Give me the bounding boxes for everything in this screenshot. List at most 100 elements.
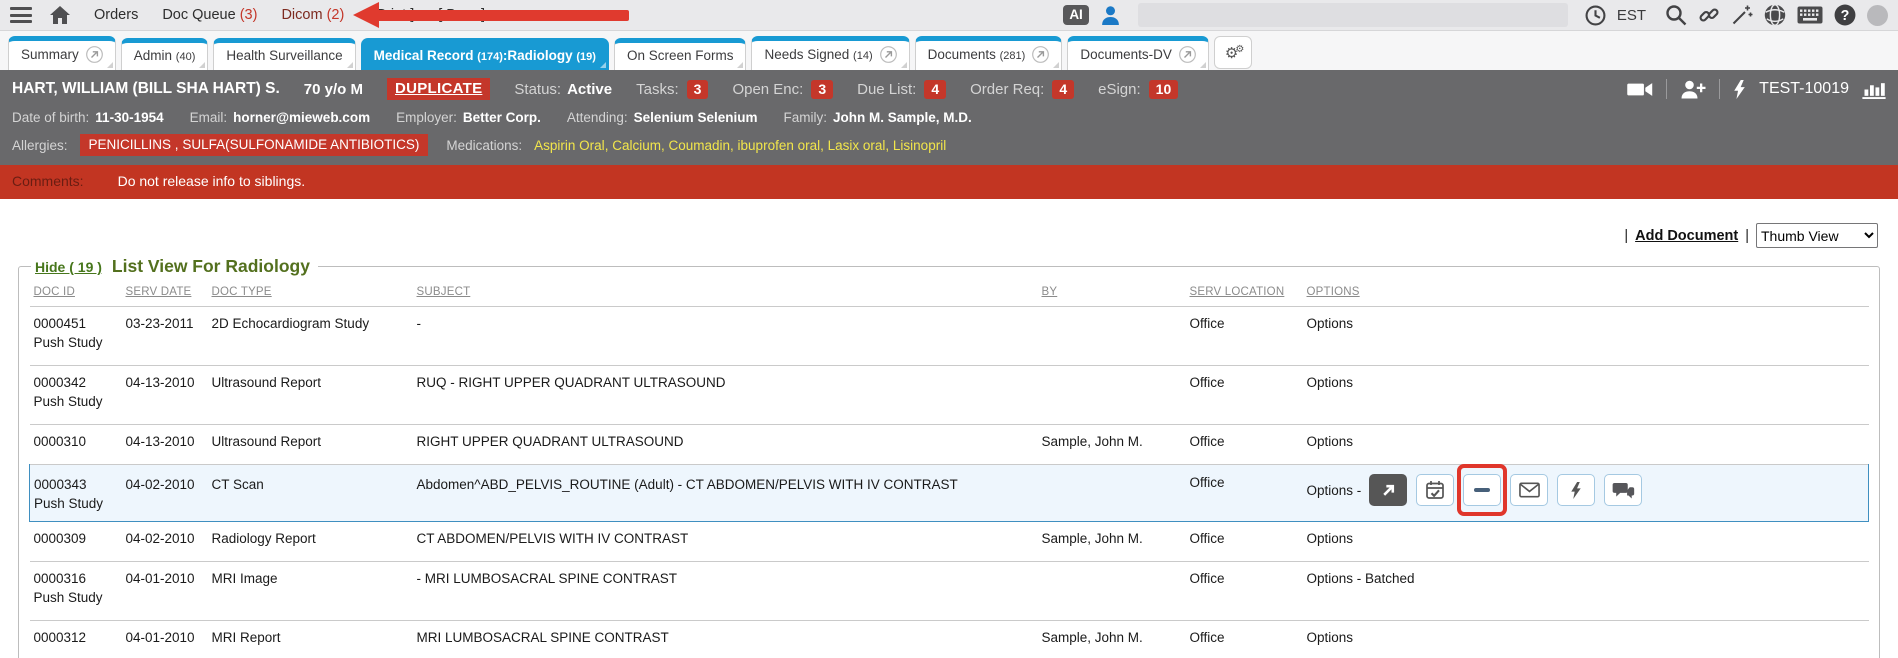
open-new-window-icon[interactable] [1032,46,1049,63]
tab-health-surveillance[interactable]: Health Surveillance [213,38,355,70]
open-image-button[interactable] [1369,474,1407,506]
options-link[interactable]: Options [1307,315,1354,332]
options-link[interactable]: Options [1307,530,1354,547]
user-icon[interactable] [1100,5,1121,26]
column-header-doc-type[interactable]: DOC TYPE [208,279,413,307]
remove-button[interactable] [1463,474,1501,506]
counter-tasks: Tasks:3 [636,80,708,99]
tab-needs-signed[interactable]: Needs Signed (14) [751,36,909,70]
options-link[interactable]: Options [1307,629,1354,646]
doc-by [1038,465,1186,522]
counter-badge[interactable]: 3 [687,80,709,99]
doc-type: Ultrasound Report [208,425,413,465]
tab-documents-dv[interactable]: Documents-DV [1067,36,1209,70]
attending-label: Attending: [567,110,628,125]
serv-date: 04-13-2010 [122,366,208,425]
menu-item-orders[interactable]: Orders [94,7,138,23]
duplicate-badge[interactable]: DUPLICATE [387,78,490,100]
employer-label: Employer: [396,110,457,125]
tab-summary[interactable]: Summary [8,36,116,70]
table-row[interactable]: 0000342Push Study 04-13-2010 Ultrasound … [30,366,1869,425]
video-camera-icon[interactable] [1627,81,1653,98]
hide-link[interactable]: Hide ( 19 ) [35,259,102,275]
counter-badge[interactable]: 4 [1052,80,1074,99]
column-header-subject[interactable]: SUBJECT [413,279,1038,307]
column-header-serv-date[interactable]: SERV DATE [122,279,208,307]
open-new-window-icon[interactable] [880,46,897,63]
flowsheet-chart-icon[interactable] [1862,80,1886,99]
counter-badge[interactable]: 10 [1149,80,1179,99]
column-header-serv-location[interactable]: SERV LOCATION [1186,279,1303,307]
table-row[interactable]: 0000309 04-02-2010 Radiology Report CT A… [30,522,1869,562]
menu-item-burn[interactable]: [ Burn ] [438,7,485,23]
add-document-link[interactable]: Add Document [1635,228,1738,244]
menu-item-dicom[interactable]: Dicom (2) [281,7,344,23]
doc-by [1038,307,1186,366]
tab-medical-record-radiology[interactable]: Medical Record (174):Radiology (19) [361,38,609,70]
medication-ibuprofen-oral[interactable]: ibuprofen oral [738,138,821,153]
help-icon[interactable]: ? [1834,4,1856,26]
svg-text:?: ? [1841,8,1850,24]
counter-badge[interactable]: 3 [811,80,833,99]
hamburger-menu-icon[interactable] [10,7,32,23]
keyboard-icon[interactable] [1797,6,1823,24]
table-row[interactable]: 0000451Push Study 03-23-2011 2D Echocard… [30,307,1869,366]
table-row[interactable]: 0000316Push Study 04-01-2010 MRI Image -… [30,562,1869,621]
globe-icon[interactable] [1764,4,1786,26]
medication-lisinopril[interactable]: Lisinopril [893,138,946,153]
doc-subject: CT ABDOMEN/PELVIS WITH IV CONTRAST [413,522,1038,562]
tab-documents[interactable]: Documents (281) [915,36,1063,70]
options-link[interactable]: Options [1307,374,1354,391]
quick-action-button[interactable] [1557,474,1595,506]
patient-banner: HART, WILLIAM (BILL SHA HART) S. 70 y/o … [0,70,1898,165]
link-icon[interactable] [1698,4,1720,26]
medication-calcium[interactable]: Calcium [612,138,661,153]
ai-badge[interactable]: AI [1063,5,1089,25]
doc-type: Ultrasound Report [208,366,413,425]
options-link[interactable]: Options [1307,433,1354,450]
search-icon[interactable] [1665,4,1687,26]
serv-location: Office [1186,562,1303,621]
clock-icon[interactable] [1585,5,1606,26]
counter-label: Due List: [857,81,916,98]
medication-aspirin-oral[interactable]: Aspirin Oral [534,138,605,153]
home-icon[interactable] [50,6,70,24]
avatar[interactable] [1867,5,1888,26]
serv-location: Office [1186,425,1303,465]
open-new-window-icon[interactable] [86,46,103,63]
email-button[interactable] [1510,474,1548,506]
medication-coumadin[interactable]: Coumadin [668,138,730,153]
table-row-selected[interactable]: 0000343Push Study 04-02-2010 CT Scan Abd… [30,465,1869,522]
allergies-badge[interactable]: PENICILLINS , SULFA(SULFONAMIDE ANTIBIOT… [80,134,429,156]
menu-item-print[interactable]: [ Print ] [368,7,414,23]
add-person-icon[interactable] [1680,80,1706,99]
schedule-button[interactable] [1416,474,1454,506]
doc-subtitle: Push Study [34,334,118,351]
column-header-by[interactable]: BY [1038,279,1186,307]
view-mode-select[interactable]: Thumb View [1756,223,1878,248]
column-header-options[interactable]: OPTIONS [1303,279,1869,307]
tab-admin[interactable]: Admin (40) [121,38,209,70]
wand-icon[interactable] [1731,4,1753,26]
counter-label: Open Enc: [732,81,803,98]
counter-due-list: Due List: 4 [857,80,946,99]
doc-id: 0000309 [34,530,118,547]
serv-location: Office [1186,522,1303,562]
options-link[interactable]: Options - [1307,482,1362,499]
tab-on-screen-forms[interactable]: On Screen Forms [614,38,747,70]
tab-settings[interactable]: ⚙⚙ [1214,36,1252,69]
serv-location: Office [1186,621,1303,658]
lightning-icon[interactable] [1733,80,1746,99]
column-header-doc-id[interactable]: DOC ID [30,279,122,307]
counter-badge[interactable]: 4 [924,80,946,99]
table-row[interactable]: 0000310 04-13-2010 Ultrasound Report RIG… [30,425,1869,465]
open-new-window-icon[interactable] [1179,46,1196,63]
serv-date: 04-13-2010 [122,425,208,465]
comments-button[interactable] [1604,474,1642,506]
menu-item-doc-queue[interactable]: Doc Queue (3) [162,7,257,23]
options-link[interactable]: Options - Batched [1307,570,1415,587]
patient-name: HART, WILLIAM (BILL SHA HART) S. [12,80,280,98]
medication-lasix-oral[interactable]: Lasix oral [828,138,886,153]
table-row[interactable]: 0000312 04-01-2010 MRI Report MRI LUMBOS… [30,621,1869,658]
doc-type: MRI Image [208,562,413,621]
